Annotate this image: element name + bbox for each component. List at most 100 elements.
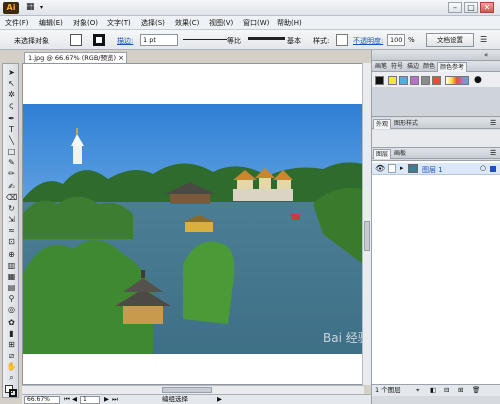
minimize-button[interactable]: – [448,2,462,13]
artboard-number-field[interactable]: 1 [80,396,100,404]
horizontal-scroll-thumb[interactable] [162,387,212,393]
previous-artboard-icon[interactable]: ◀ [72,395,77,404]
direct-selection-tool-icon[interactable]: ↖ [6,79,17,88]
canvas-area[interactable]: Bai 经验 [22,63,364,385]
type-tool-icon[interactable]: T [6,125,17,134]
tab-brushes[interactable]: 画笔 [373,62,389,72]
clipping-mask-icon[interactable]: ◧ [430,385,436,396]
new-layer-icon[interactable]: ⊞ [458,385,463,396]
placed-photo[interactable]: Bai 经验 [23,64,363,384]
document-tab[interactable]: 1.jpg @ 66.67% (RGB/预览) × [24,52,127,63]
swatch-cyan[interactable] [399,76,408,85]
mesh-tool-icon[interactable]: ▦ [6,272,17,281]
zoom-field[interactable]: 66.67% [24,396,60,404]
menu-help[interactable]: 帮助(H) [277,18,302,28]
menu-file[interactable]: 文件(F) [5,18,29,28]
menu-type[interactable]: 文字(T) [107,18,131,28]
menu-edit[interactable]: 编辑(E) [39,18,63,28]
free-transform-icon[interactable]: ⊡ [6,237,17,246]
opacity-link[interactable]: 不透明度: [353,36,383,46]
zoom-tool-icon[interactable]: ⌕ [6,373,17,382]
rotate-tool-icon[interactable]: ↻ [6,204,17,213]
base-color-swatch[interactable] [375,76,384,85]
menu-effect[interactable]: 效果(C) [175,18,199,28]
warp-tool-icon[interactable]: ≈ [6,226,17,235]
panel-menu-icon[interactable]: ☰ [490,119,496,127]
layer-row[interactable]: 👁 ▸ 图层 1 ○ [372,163,500,175]
opacity-field[interactable]: 100 [387,34,405,46]
width-profile-label[interactable]: 等比 [227,36,241,46]
line-tool-icon[interactable]: ╲ [6,136,17,145]
horizontal-scrollbar[interactable] [22,385,364,394]
scale-tool-icon[interactable]: ⇲ [6,215,17,224]
collapse-panels-icon[interactable]: « [484,51,488,59]
target-circle-icon[interactable]: ○ [480,164,486,172]
tab-color[interactable]: 颜色 [421,62,437,72]
hand-tool-icon[interactable]: ✋ [6,362,17,371]
menu-select[interactable]: 选择(S) [141,18,165,28]
delete-layer-icon[interactable]: 🗑 [472,385,480,396]
menu-view[interactable]: 视图(V) [209,18,233,28]
tab-appearance[interactable]: 外观 [373,119,392,129]
selection-tool-icon[interactable]: ➤ [6,68,17,77]
last-artboard-icon[interactable]: ⏭ [112,395,118,404]
slice-tool-icon[interactable]: ⧄ [6,351,17,360]
rectangle-tool-icon[interactable]: □ [6,147,17,156]
control-menu-icon[interactable]: ☰ [480,35,487,44]
tab-symbols[interactable]: 符号 [389,62,405,72]
gradient-tool-icon[interactable]: ▤ [6,283,17,292]
close-button[interactable]: ✕ [480,2,494,13]
harmony-options-icon[interactable]: ● [474,75,482,85]
arrange-documents-icon[interactable]: ▦ [26,1,38,13]
column-graph-icon[interactable]: ▮ [6,329,17,338]
pen-tool-icon[interactable]: ✒ [6,114,17,123]
blob-brush-icon[interactable]: ✍ [6,182,17,191]
perspective-grid-icon[interactable]: ▥ [6,261,17,270]
layers-menu-icon[interactable]: ☰ [490,149,496,157]
expand-arrow-icon[interactable]: ▸ [400,164,404,172]
graphic-style-swatch[interactable] [336,34,348,46]
dropdown-arrow-icon[interactable]: ▾ [40,4,43,11]
selection-indicator[interactable] [490,166,496,172]
tab-stroke[interactable]: 描边 [405,62,421,72]
swatch-yellow[interactable] [388,76,397,85]
brush-definition-label[interactable]: 基本 [287,36,301,46]
tab-graphic-styles[interactable]: 图形样式 [392,119,420,129]
stroke-link[interactable]: 描边: [117,36,133,46]
vertical-scroll-thumb[interactable] [364,221,370,251]
artboard-tool-icon[interactable]: ⊞ [6,340,17,349]
tab-color-guide[interactable]: 颜色参考 [437,62,468,72]
maximize-button[interactable]: □ [464,2,478,13]
tab-layers[interactable]: 图层 [373,149,392,159]
vertical-scrollbar[interactable] [362,63,371,385]
paintbrush-icon[interactable]: ✎ [6,158,17,167]
tab-artboards[interactable]: 画板 [392,149,408,159]
swatch-red[interactable] [432,76,441,85]
next-artboard-icon[interactable]: ▶ [104,395,109,404]
stroke-color-icon[interactable] [9,389,17,397]
lock-toggle-icon[interactable] [388,164,396,173]
eyedropper-icon[interactable]: ⚲ [6,294,17,303]
pencil-icon[interactable]: ✏ [6,169,17,178]
menu-object[interactable]: 对象(O) [73,18,98,28]
harmony-strip[interactable] [445,76,469,85]
eraser-icon[interactable]: ⌫ [6,193,17,202]
status-menu-icon[interactable]: ▶ [217,395,222,404]
stroke-swatch[interactable] [93,34,105,46]
shape-builder-icon[interactable]: ⊕ [6,250,17,259]
document-setup-button[interactable]: 文档设置 [426,33,474,47]
first-artboard-icon[interactable]: ⏮ [64,395,70,404]
lasso-icon[interactable]: ς [6,101,17,110]
fill-swatch[interactable] [70,34,82,46]
close-tab-icon[interactable]: × [118,53,124,63]
swatch-gray[interactable] [421,76,430,85]
blend-tool-icon[interactable]: ◎ [6,305,17,314]
symbol-sprayer-icon[interactable]: ✿ [6,318,17,327]
new-sublayer-icon[interactable]: ⊟ [444,385,449,396]
menu-window[interactable]: 窗口(W) [243,18,269,28]
swatch-purple[interactable] [410,76,419,85]
locate-object-icon[interactable]: ⌖ [416,385,420,396]
visibility-eye-icon[interactable]: 👁 [375,164,385,173]
stroke-weight-field[interactable]: 1 pt [140,34,178,46]
magic-wand-icon[interactable]: ✲ [6,90,17,99]
